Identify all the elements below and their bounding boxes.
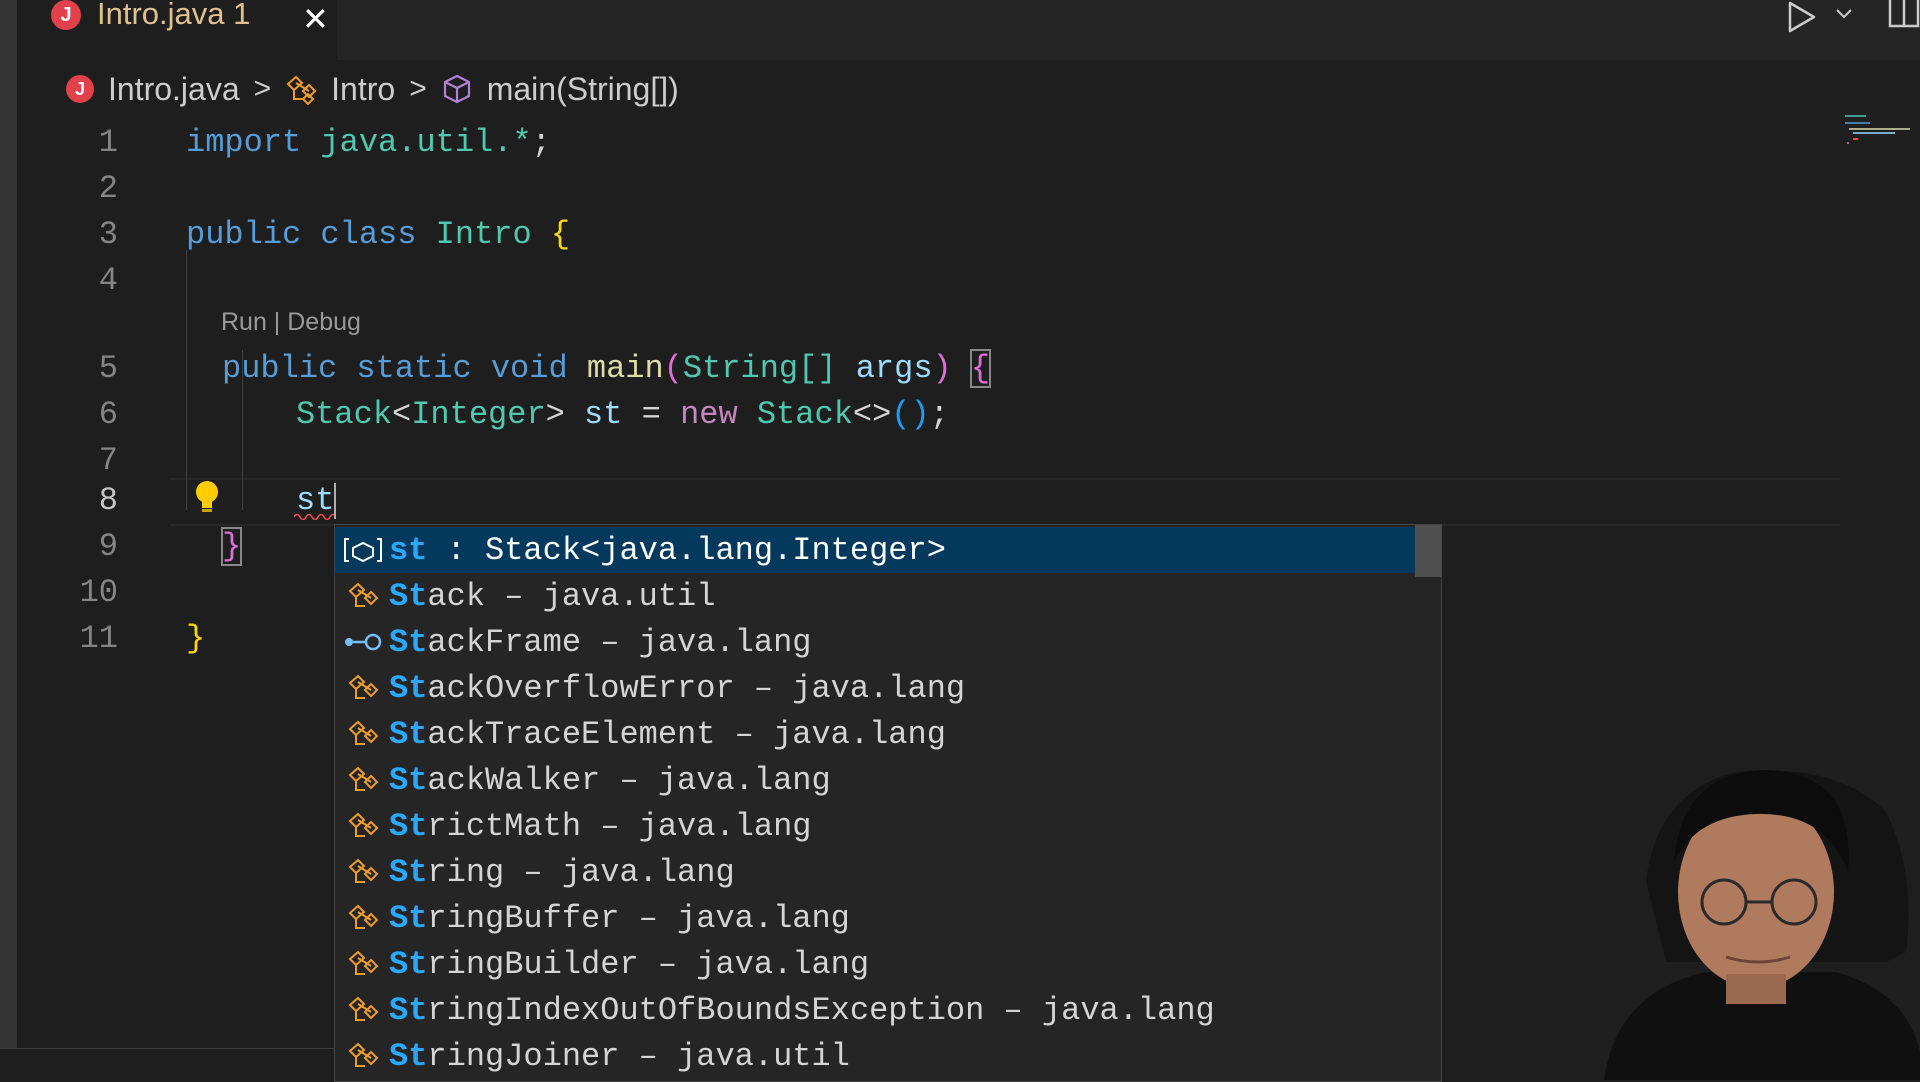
- code-line: 1 import java.util.*;: [0, 120, 1840, 166]
- breadcrumb: J Intro.java > Intro > main(String[]): [66, 68, 679, 110]
- class-icon: [341, 711, 385, 757]
- class-icon: [341, 987, 385, 1033]
- suggestion-label: StringBuilder – java.lang: [389, 945, 870, 983]
- line-number: 1: [98, 124, 118, 161]
- line-number: 10: [79, 574, 118, 611]
- breadcrumb-method[interactable]: main(String[]): [487, 71, 679, 108]
- line-number: 9: [98, 528, 118, 565]
- code-line: 4: [0, 258, 1840, 304]
- line-number: 3: [98, 216, 118, 253]
- class-icon: [341, 803, 385, 849]
- suggestion-label: StringIndexOutOfBoundsException – java.l…: [389, 991, 1215, 1029]
- suggestion-label: StackFrame – java.lang: [389, 623, 812, 661]
- breadcrumb-file[interactable]: Intro.java: [108, 71, 240, 108]
- run-icon[interactable]: [1784, 0, 1818, 34]
- suggestion-label: StackOverflowError – java.lang: [389, 669, 966, 707]
- class-icon: [286, 75, 317, 105]
- suggestion-item[interactable]: StackTraceElement – java.lang: [335, 711, 1415, 757]
- suggestion-item[interactable]: StackFrame – java.lang: [335, 619, 1415, 665]
- suggestion-item[interactable]: st : Stack<java.lang.Integer>: [335, 527, 1415, 573]
- class-icon: [341, 895, 385, 941]
- code-text: Stack<Integer> st = new Stack<>();: [296, 396, 949, 433]
- tab-label: Intro.java 1: [97, 0, 251, 31]
- code-line: 3 public class Intro {: [0, 212, 1840, 258]
- suggestion-widget[interactable]: st : Stack<java.lang.Integer> Stack – ja…: [334, 524, 1442, 1082]
- code-text: }: [186, 620, 206, 657]
- class-icon: [341, 941, 385, 987]
- variable-icon: [341, 527, 385, 573]
- suggestion-label: StringJoiner – java.util: [389, 1037, 850, 1075]
- suggestion-label: String – java.lang: [389, 853, 735, 891]
- class-icon: [341, 665, 385, 711]
- split-editor-icon[interactable]: [1888, 0, 1920, 30]
- code-text: }: [220, 527, 243, 566]
- class-icon: [341, 1033, 385, 1079]
- line-number: 4: [98, 262, 118, 299]
- code-text: public static void main(String[] args) {: [222, 349, 992, 388]
- breadcrumb-class[interactable]: Intro: [331, 71, 395, 108]
- suggestion-item[interactable]: StackOverflowError – java.lang: [335, 665, 1415, 711]
- line-number: 6: [98, 396, 118, 433]
- class-icon: [341, 757, 385, 803]
- suggestion-label: Stack – java.util: [389, 577, 716, 615]
- text-cursor: [334, 483, 336, 519]
- suggestion-item[interactable]: String – java.lang: [335, 849, 1415, 895]
- code-text: public class Intro {: [186, 216, 571, 253]
- line-number: 11: [79, 620, 118, 657]
- suggestion-label: StrictMath – java.lang: [389, 807, 812, 845]
- class-icon: [341, 849, 385, 895]
- suggestion-label: st : Stack<java.lang.Integer>: [389, 531, 946, 569]
- suggestion-item[interactable]: StringBuilder – java.lang: [335, 941, 1415, 987]
- line-number: 5: [98, 350, 118, 387]
- scrollbar-thumb[interactable]: [1415, 525, 1441, 577]
- suggestion-label: StringBuffer – java.lang: [389, 899, 850, 937]
- error-squiggle: [294, 513, 334, 520]
- code-text: import java.util.*;: [186, 124, 551, 161]
- chevron-down-icon[interactable]: [1834, 4, 1854, 24]
- suggestion-label: StackTraceElement – java.lang: [389, 715, 946, 753]
- interface-icon: [341, 619, 385, 665]
- suggestion-item[interactable]: StackWalker – java.lang: [335, 757, 1415, 803]
- class-icon: [341, 573, 385, 619]
- suggestion-item[interactable]: StringBuffer – java.lang: [335, 895, 1415, 941]
- suggestion-item[interactable]: Stack – java.util: [335, 573, 1415, 619]
- code-line: 2: [0, 166, 1840, 212]
- code-line-current: 8 st: [0, 478, 1840, 524]
- chevron-right-icon: >: [409, 72, 427, 105]
- suggestion-label: StackWalker – java.lang: [389, 761, 831, 799]
- chevron-right-icon: >: [253, 72, 272, 105]
- java-file-icon: J: [66, 75, 94, 103]
- close-icon[interactable]: ✕: [302, 0, 329, 38]
- method-icon: [443, 74, 470, 104]
- lightbulb-icon[interactable]: [192, 478, 222, 518]
- code-line: 6 Stack<Integer> st = new Stack<>();: [0, 392, 1840, 438]
- webcam-overlay: [1586, 752, 1920, 1080]
- code-line: 5 public static void main(String[] args)…: [0, 346, 1840, 392]
- line-number: 8: [98, 482, 118, 519]
- suggestion-item[interactable]: StringJoiner – java.util: [335, 1033, 1415, 1079]
- suggestion-item[interactable]: StrictMath – java.lang: [335, 803, 1415, 849]
- line-number: 2: [98, 170, 118, 207]
- panel-border: [0, 1048, 334, 1081]
- java-file-icon: J: [51, 0, 81, 30]
- codelens-run-debug[interactable]: Run | Debug: [221, 308, 361, 337]
- tab-intro-java[interactable]: J Intro.java 1 ✕: [17, 0, 337, 60]
- suggestion-item[interactable]: StringIndexOutOfBoundsException – java.l…: [335, 987, 1415, 1033]
